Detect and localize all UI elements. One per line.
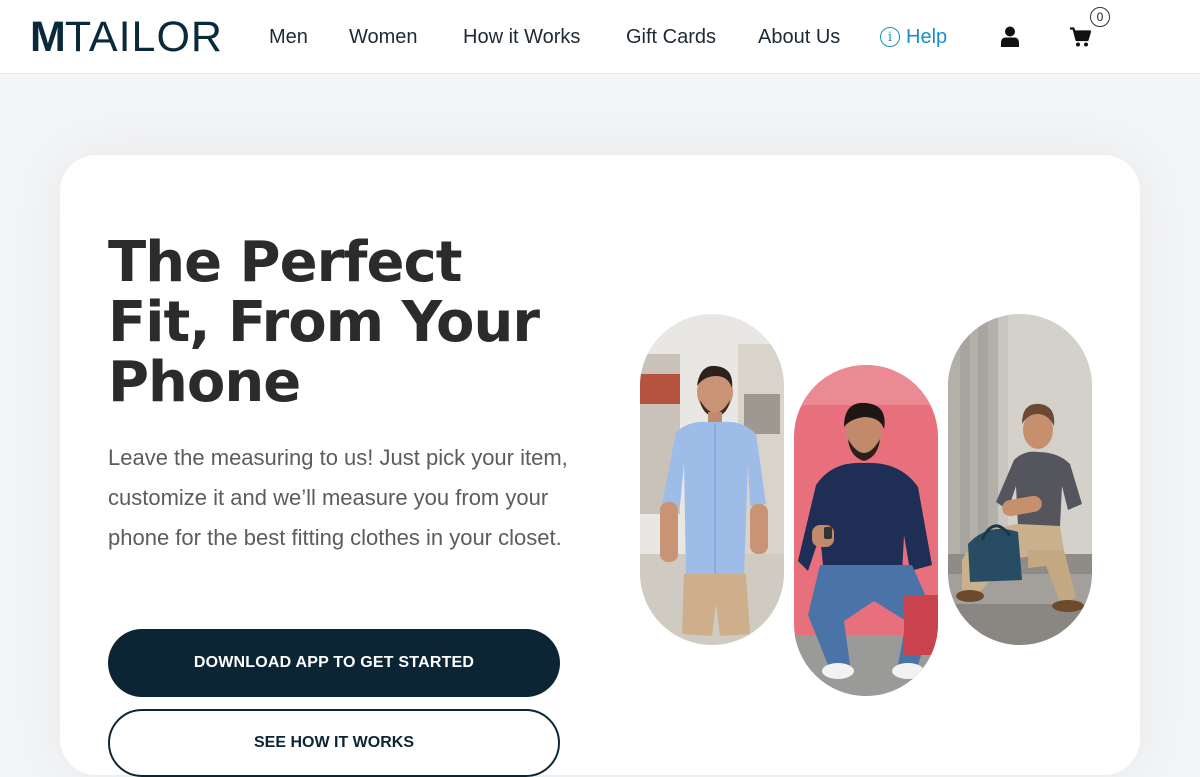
mtailor-logo[interactable]: MTAILOR [30,13,223,61]
see-how-it-works-button[interactable]: SEE HOW IT WORKS [108,709,560,777]
info-icon: i [880,27,900,47]
model-photo-blue-shirt [640,314,784,645]
nav-women[interactable]: Women [349,24,418,50]
nav-gift-cards[interactable]: Gift Cards [626,24,716,50]
hero-headline: The Perfect Fit, From Your Phone [108,230,540,415]
nav-about-us[interactable]: About Us [758,24,840,50]
nav-how-it-works[interactable]: How it Works [463,24,580,50]
user-icon[interactable] [1001,26,1019,52]
nav-men[interactable]: Men [269,24,308,50]
logo-text: TAILOR [64,13,223,61]
download-app-button[interactable]: DOWNLOAD APP TO GET STARTED [108,629,560,697]
hero-subtext: Leave the measuring to us! Just pick you… [108,445,568,550]
site-header: MTAILOR Men Women How it Works Gift Card… [0,0,1200,74]
nav-help[interactable]: i Help [880,24,947,50]
cart-icon[interactable] [1070,27,1092,52]
model-photo-navy-sweater [794,365,938,696]
model-photo-grey-polo [948,314,1092,645]
cart-count-badge: 0 [1090,7,1110,27]
logo-m: M [30,13,66,61]
help-label: Help [906,26,948,48]
